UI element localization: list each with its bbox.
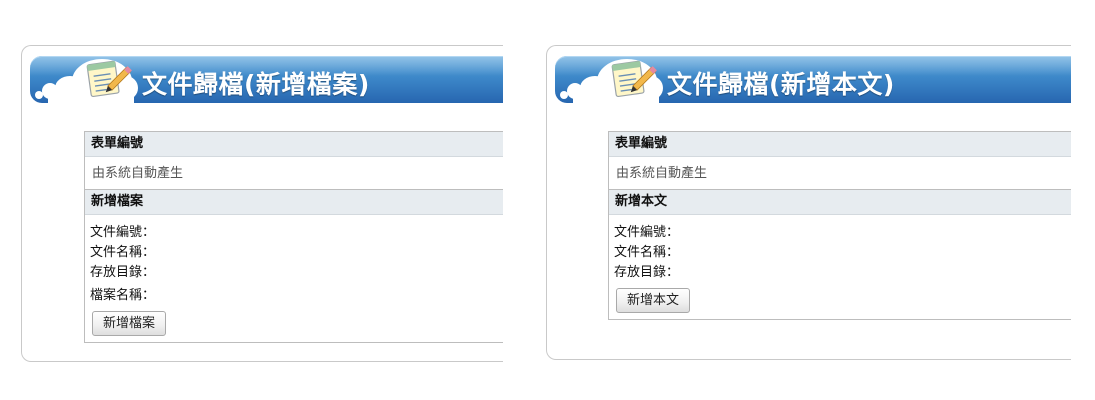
title-bar: 文件歸檔(新增檔案) (30, 56, 503, 104)
storage-directory-label: 存放目錄： (614, 265, 680, 280)
field-list: 文件編號： 文件名稱： 存放目錄： 新增本文 (609, 215, 1071, 313)
document-number-label: 文件編號： (614, 225, 680, 240)
add-text-section-header: 新增本文 (609, 189, 1071, 215)
notepad-pencil-icon (560, 59, 663, 104)
add-file-button[interactable]: 新增檔案 (92, 311, 167, 336)
page-title: 文件歸檔(新增檔案) (142, 70, 370, 99)
form-box: 表單編號 由系統自動產生 新增本文 文件編號： 文件名稱： 存放目錄： 新增本文 (608, 131, 1071, 320)
field-list: 文件編號： 文件名稱： 存放目錄： 檔案名稱： 新增檔案 (85, 215, 503, 336)
document-number-label: 文件編號： (90, 225, 156, 240)
notepad-pencil-icon (35, 59, 138, 104)
document-name-label: 文件名稱： (614, 245, 680, 260)
document-name-label: 文件名稱： (90, 245, 156, 260)
form-box: 表單編號 由系統自動產生 新增檔案 文件編號： 文件名稱： 存放目錄： 檔案名稱… (84, 131, 503, 343)
form-number-value: 由系統自動產生 (616, 166, 708, 181)
form-number-header: 表單編號 (85, 132, 503, 157)
add-file-section-header: 新增檔案 (85, 189, 503, 215)
storage-directory-label: 存放目錄： (90, 265, 156, 280)
page-title: 文件歸檔(新增本文) (667, 70, 895, 99)
form-number-value: 由系統自動產生 (92, 166, 184, 181)
file-name-label: 檔案名稱： (90, 288, 156, 303)
add-text-button[interactable]: 新增本文 (616, 288, 691, 313)
add-text-panel: 文件歸檔(新增本文) 表單編號 由系統自動產生 新增本文 文件編號： 文件名稱：… (546, 45, 1071, 360)
form-number-header: 表單編號 (609, 132, 1071, 157)
title-bar: 文件歸檔(新增本文) (555, 56, 1071, 104)
add-file-panel: 文件歸檔(新增檔案) 表單編號 由系統自動產生 新增檔案 文件編號： 文件名稱：… (21, 45, 503, 362)
screen: 文件歸檔(新增檔案) 表單編號 由系統自動產生 新增檔案 文件編號： 文件名稱：… (0, 0, 1095, 400)
